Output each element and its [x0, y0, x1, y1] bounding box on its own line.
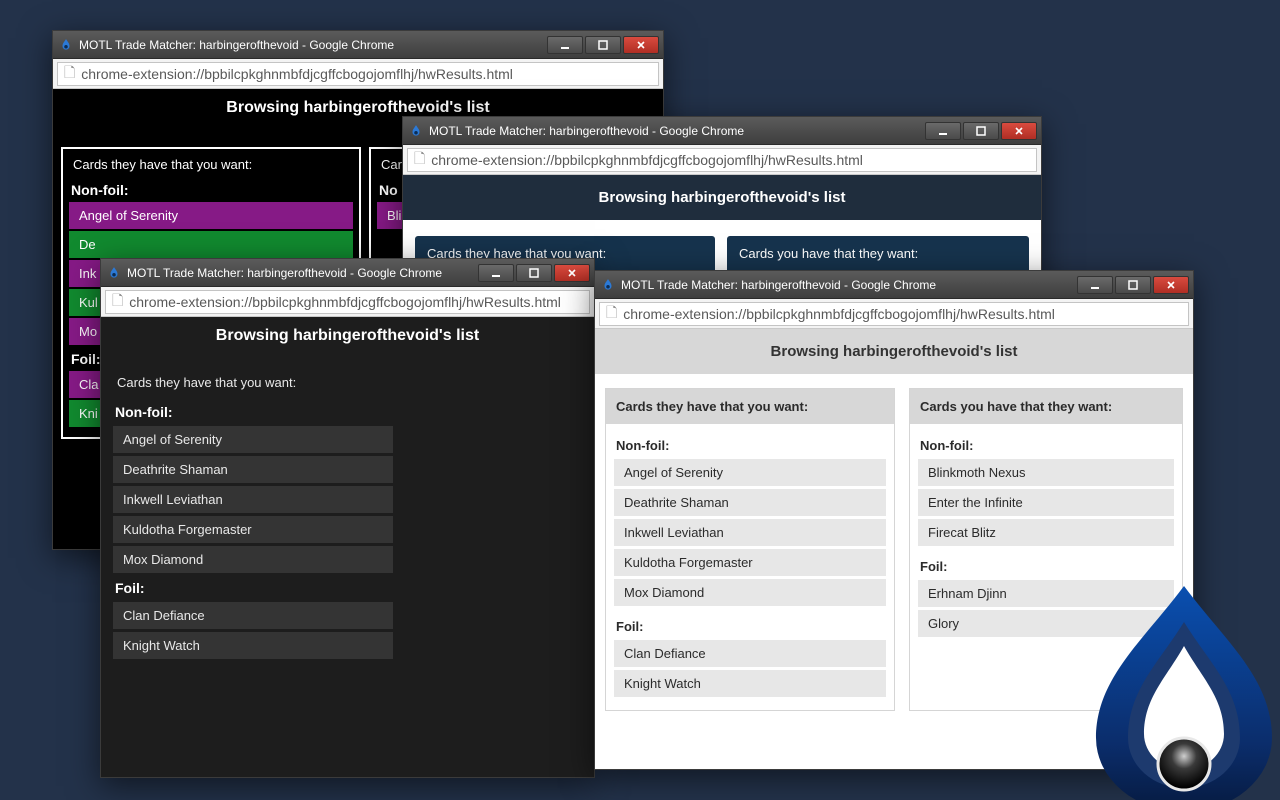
window-dark: MOTL Trade Matcher: harbingerofthevoid -… [100, 258, 595, 778]
titlebar[interactable]: MOTL Trade Matcher: harbingerofthevoid -… [595, 271, 1193, 299]
group-nonfoil: Non-foil: [918, 428, 1174, 459]
card-row[interactable]: Deathrite Shaman [113, 456, 393, 483]
group-nonfoil: Non-foil: [113, 400, 393, 426]
flame-favicon [59, 38, 73, 52]
card-row[interactable]: Mox Diamond [113, 546, 393, 573]
url-field[interactable]: 🗋 chrome-extension://bpbilcpkghnmbfdjcgf… [57, 62, 659, 86]
window-title: MOTL Trade Matcher: harbingerofthevoid -… [79, 38, 547, 52]
panel-right-title: Cards you have that they want: [910, 389, 1182, 424]
window-title: MOTL Trade Matcher: harbingerofthevoid -… [127, 266, 478, 280]
group-foil: Foil: [918, 549, 1174, 580]
close-button[interactable] [623, 36, 659, 54]
group-foil: Foil: [113, 576, 393, 602]
card-row[interactable]: Mox Diamond [614, 579, 886, 606]
card-row[interactable]: Knight Watch [113, 632, 393, 659]
url-text: chrome-extension://bpbilcpkghnmbfdjcgffc… [431, 152, 863, 168]
card-row[interactable]: De [69, 231, 353, 258]
page-heading: Browsing harbingerofthevoid's list [101, 317, 594, 355]
window-title: MOTL Trade Matcher: harbingerofthevoid -… [621, 278, 1077, 292]
address-bar: 🗋 chrome-extension://bpbilcpkghnmbfdjcgf… [595, 299, 1193, 329]
page-icon: 🗋 [606, 302, 617, 326]
panel-left-title: Cards they have that you want: [69, 153, 353, 178]
card-row[interactable]: Kuldotha Forgemaster [113, 516, 393, 543]
close-button[interactable] [1001, 122, 1037, 140]
flame-logo [1084, 582, 1280, 800]
panel-left-title: Cards they have that you want: [606, 389, 894, 424]
url-field[interactable]: 🗋 chrome-extension://bpbilcpkghnmbfdjcgf… [105, 290, 590, 314]
page-heading: Browsing harbingerofthevoid's list [403, 175, 1041, 220]
group-nonfoil: Non-foil: [614, 428, 886, 459]
close-button[interactable] [1153, 276, 1189, 294]
card-row[interactable]: Clan Defiance [614, 640, 886, 667]
address-bar: 🗋 chrome-extension://bpbilcpkghnmbfdjcgf… [101, 287, 594, 317]
url-text: chrome-extension://bpbilcpkghnmbfdjcgffc… [129, 294, 561, 310]
card-row[interactable]: Firecat Blitz [918, 519, 1174, 546]
page-icon: 🗋 [64, 62, 75, 86]
close-button[interactable] [554, 264, 590, 282]
card-row[interactable]: Inkwell Leviathan [113, 486, 393, 513]
card-row[interactable]: Angel of Serenity [113, 426, 393, 453]
window-title: MOTL Trade Matcher: harbingerofthevoid -… [429, 124, 925, 138]
page-heading: Browsing harbingerofthevoid's list [595, 329, 1193, 374]
maximize-button[interactable] [963, 122, 999, 140]
group-nonfoil: Non-foil: [69, 178, 353, 202]
group-foil: Foil: [614, 609, 886, 640]
address-bar: 🗋 chrome-extension://bpbilcpkghnmbfdjcgf… [403, 145, 1041, 175]
card-row[interactable]: Clan Defiance [113, 602, 393, 629]
panel-left-title: Cards they have that you want: [113, 373, 393, 400]
page-icon: 🗋 [112, 290, 123, 314]
card-row[interactable]: Blinkmoth Nexus [918, 459, 1174, 486]
titlebar[interactable]: MOTL Trade Matcher: harbingerofthevoid -… [101, 259, 594, 287]
panel-right-title: Cards you have that they want: [727, 236, 1029, 271]
maximize-button[interactable] [585, 36, 621, 54]
titlebar[interactable]: MOTL Trade Matcher: harbingerofthevoid -… [53, 31, 663, 59]
url-text: chrome-extension://bpbilcpkghnmbfdjcgffc… [623, 306, 1055, 322]
flame-favicon [601, 278, 615, 292]
card-row[interactable]: Enter the Infinite [918, 489, 1174, 516]
card-row[interactable]: Angel of Serenity [69, 202, 353, 229]
card-row[interactable]: Kuldotha Forgemaster [614, 549, 886, 576]
card-row[interactable]: Deathrite Shaman [614, 489, 886, 516]
maximize-button[interactable] [516, 264, 552, 282]
flame-favicon [107, 266, 121, 280]
minimize-button[interactable] [1077, 276, 1113, 294]
flame-favicon [409, 124, 423, 138]
maximize-button[interactable] [1115, 276, 1151, 294]
address-bar: 🗋 chrome-extension://bpbilcpkghnmbfdjcgf… [53, 59, 663, 89]
card-row[interactable]: Knight Watch [614, 670, 886, 697]
card-row[interactable]: Angel of Serenity [614, 459, 886, 486]
minimize-button[interactable] [925, 122, 961, 140]
titlebar[interactable]: MOTL Trade Matcher: harbingerofthevoid -… [403, 117, 1041, 145]
card-row[interactable]: Inkwell Leviathan [614, 519, 886, 546]
minimize-button[interactable] [547, 36, 583, 54]
url-text: chrome-extension://bpbilcpkghnmbfdjcgffc… [81, 66, 513, 82]
url-field[interactable]: 🗋 chrome-extension://bpbilcpkghnmbfdjcgf… [599, 302, 1189, 326]
page-icon: 🗋 [414, 148, 425, 172]
url-field[interactable]: 🗋 chrome-extension://bpbilcpkghnmbfdjcgf… [407, 148, 1037, 172]
minimize-button[interactable] [478, 264, 514, 282]
